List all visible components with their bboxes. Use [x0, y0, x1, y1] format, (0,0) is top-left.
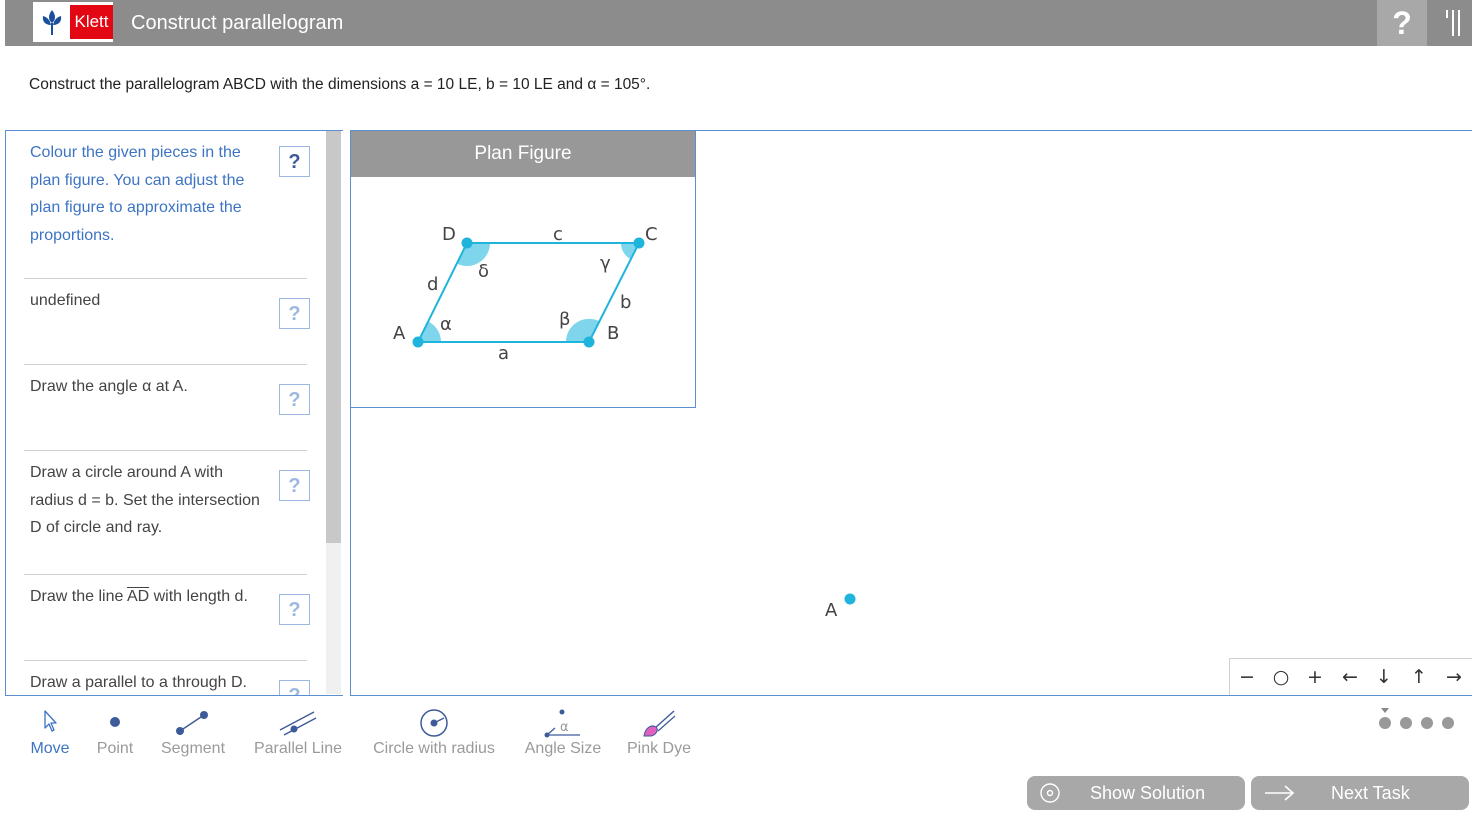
tool-angle-size[interactable]: α Angle Size: [518, 706, 608, 766]
vertex-d-label: D: [442, 224, 456, 245]
side-d-label: d: [427, 274, 438, 295]
angle-icon: α: [544, 709, 580, 738]
tool-pink-dye[interactable]: Pink Dye: [620, 706, 698, 766]
step-text: undefined: [30, 292, 101, 309]
steps-panel: Colour the given pieces in the plan figu…: [5, 130, 343, 696]
zoom-reset-button[interactable]: ○: [1264, 659, 1298, 695]
step-item: undefined ?: [24, 279, 310, 365]
step-item: Colour the given pieces in the plan figu…: [24, 131, 310, 279]
side-c-label: c: [553, 224, 563, 245]
tool-move[interactable]: Move: [20, 706, 80, 766]
pan-left-button[interactable]: ←: [1333, 659, 1367, 695]
tool-circle-with-radius[interactable]: Circle with radius: [364, 706, 504, 766]
task-description: Construct the parallelogram ABCD with th…: [29, 76, 651, 93]
tool-parallel-line[interactable]: Parallel Line: [246, 706, 350, 766]
vertex-b-point[interactable]: [583, 336, 595, 348]
tool-label: Parallel Line: [253, 740, 343, 757]
vertex-b-label: B: [607, 323, 619, 344]
scrollbar-thumb[interactable]: [326, 131, 341, 543]
angle-beta-label: β: [559, 309, 571, 330]
construction-canvas[interactable]: Plan Figure A B C D a b c d α β γ δ A − …: [350, 130, 1472, 696]
point-a-label: A: [825, 600, 838, 621]
zoom-out-button[interactable]: −: [1230, 659, 1264, 695]
header-bar: Klett Construct parallelogram ?: [5, 0, 1472, 46]
plan-figure-panel: Plan Figure A B C D a b c d α β γ δ: [351, 131, 696, 408]
arrow-right-icon: [1265, 785, 1295, 801]
step-help-button[interactable]: ?: [279, 298, 310, 329]
pan-up-button[interactable]: ↑: [1402, 659, 1436, 695]
brush-icon: [643, 710, 676, 737]
tool-label: Point: [96, 740, 134, 757]
plan-figure-drawing[interactable]: A B C D a b c d α β γ δ: [351, 177, 695, 407]
step-text: Draw a circle around A with radius d = b…: [30, 464, 260, 536]
steps-scrollbar[interactable]: [326, 131, 341, 694]
pan-down-button[interactable]: ↓: [1367, 659, 1401, 695]
tool-point[interactable]: Point: [85, 706, 145, 766]
vertex-c-label: C: [645, 224, 658, 245]
point-icon: [110, 717, 120, 727]
segment-ad-label: AD: [126, 588, 150, 605]
tool-label: Segment: [160, 740, 226, 757]
step-text-part: with length d.: [149, 588, 248, 605]
step-text: Draw the angle α at A.: [30, 378, 188, 395]
help-button[interactable]: ?: [1377, 0, 1427, 46]
vertex-c-point[interactable]: [633, 237, 645, 249]
circle-icon: [420, 709, 448, 737]
solution-target-icon: [1040, 783, 1060, 803]
pan-right-button[interactable]: →: [1437, 659, 1471, 695]
parallel-line-icon: [279, 711, 317, 736]
next-task-button[interactable]: Next Task: [1251, 776, 1469, 810]
zoom-in-button[interactable]: +: [1298, 659, 1332, 695]
step-item: Draw the line AD with length d. ?: [24, 575, 310, 661]
angle-icon-symbol: α: [560, 720, 569, 735]
show-solution-button[interactable]: Show Solution: [1027, 776, 1245, 810]
panel-toggle-icon[interactable]: [1433, 0, 1472, 46]
step-help-button[interactable]: ?: [279, 594, 310, 625]
plan-figure-title: Plan Figure: [351, 131, 695, 177]
app-title: Construct parallelogram: [131, 12, 344, 34]
klett-flower-icon: [42, 10, 62, 35]
tool-label: Pink Dye: [626, 740, 692, 757]
vertex-a-label: A: [393, 323, 406, 344]
next-task-label: Next Task: [1331, 783, 1410, 803]
side-b-label: b: [620, 292, 631, 313]
angle-gamma-label: γ: [600, 253, 611, 274]
vertex-d-point[interactable]: [461, 237, 473, 249]
tool-segment[interactable]: Segment: [152, 706, 234, 766]
tool-label: Circle with radius: [373, 740, 495, 757]
step-help-button[interactable]: ?: [279, 680, 310, 695]
step-text: Colour the given pieces in the plan figu…: [30, 144, 245, 244]
segment-icon: [176, 711, 208, 735]
step-text-part: Draw the line: [30, 588, 127, 605]
zoom-pan-controls: − ○ + ← ↓ ↑ →: [1229, 658, 1472, 695]
cursor-icon: [44, 710, 57, 732]
side-a-label: a: [498, 343, 509, 364]
point-a-dot[interactable]: [844, 593, 856, 605]
construction-point-a[interactable]: A: [821, 589, 871, 629]
step-item: Draw the angle α at A. ?: [24, 365, 310, 451]
step-text: Draw the line AD with length d.: [30, 583, 270, 611]
show-solution-label: Show Solution: [1090, 783, 1206, 803]
step-help-button[interactable]: ?: [279, 146, 310, 177]
vertex-a-point[interactable]: [412, 336, 424, 348]
step-text: Draw a parallel to a through D.: [30, 674, 247, 691]
klett-logo: Klett: [33, 2, 113, 42]
more-tools-icon[interactable]: [1378, 708, 1458, 736]
tool-label: Angle Size: [524, 740, 602, 757]
angle-alpha-label: α: [440, 314, 452, 335]
angle-delta-label: δ: [478, 261, 489, 282]
logo-text: Klett: [70, 5, 113, 39]
step-help-button[interactable]: ?: [279, 384, 310, 415]
tool-label: Move: [30, 740, 70, 757]
step-item: Draw a parallel to a through D. ?: [24, 661, 310, 695]
step-help-button[interactable]: ?: [279, 470, 310, 501]
step-item: Draw a circle around A with radius d = b…: [24, 451, 310, 575]
